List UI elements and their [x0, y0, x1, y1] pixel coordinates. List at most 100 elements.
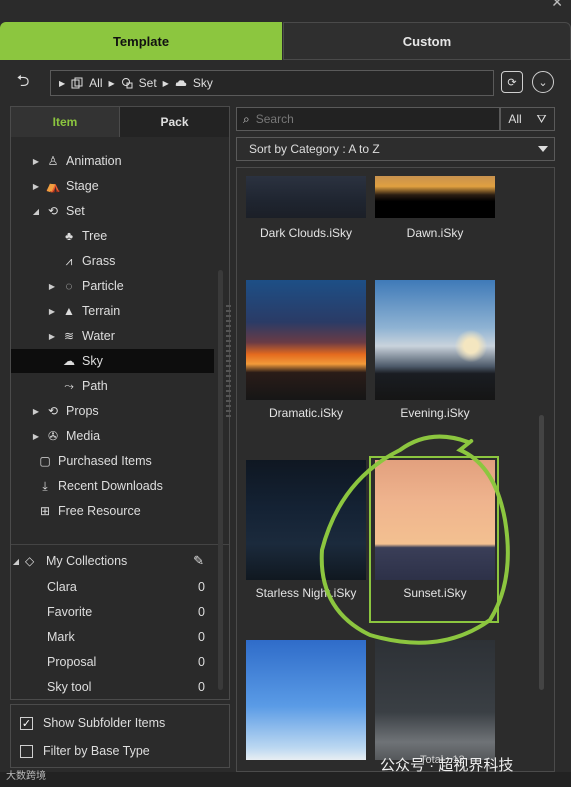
- tree-item-animation[interactable]: ▶ ♙ Animation: [11, 149, 214, 173]
- chevron-down-circle-icon[interactable]: ⌄: [532, 71, 554, 93]
- set-icon: ⟲: [47, 204, 59, 218]
- stage-icon: ⛺: [45, 179, 61, 193]
- tree-item-label: Props: [66, 404, 99, 418]
- expand-arrow-icon[interactable]: ▶: [31, 182, 41, 191]
- download-icon: ⤓: [42, 478, 48, 493]
- edit-pencil-icon[interactable]: ✎: [193, 553, 204, 569]
- tab-custom[interactable]: Custom: [283, 22, 571, 60]
- expand-arrow-icon[interactable]: ▶: [31, 432, 41, 441]
- collection-item[interactable]: Proposal 0: [11, 650, 214, 674]
- thumbnail-item[interactable]: Dawn.iSky: [375, 176, 495, 240]
- collapse-icon[interactable]: ◢: [11, 557, 21, 566]
- tree-item-label: Set: [66, 204, 85, 218]
- particle-icon: ◌: [65, 279, 73, 293]
- tree-item-set[interactable]: ◢ ⟲ Set: [11, 199, 214, 223]
- expand-arrow-icon[interactable]: ▶: [47, 282, 57, 291]
- tree-item-label: Purchased Items: [58, 454, 152, 468]
- tab-pack[interactable]: Pack: [119, 107, 229, 137]
- show-subfolder-option[interactable]: ✓ Show Subfolder Items: [20, 716, 165, 730]
- chevron-right-icon: ▶: [59, 78, 66, 88]
- tree-item-label: Water: [82, 329, 115, 343]
- filter-dropdown[interactable]: All ⛛: [500, 107, 555, 131]
- tree-item-free-resource[interactable]: ⊞ Free Resource: [11, 499, 214, 523]
- collection-item[interactable]: Mark 0: [11, 625, 214, 649]
- tree-item-label: Stage: [66, 179, 99, 193]
- tab-template[interactable]: Template: [0, 22, 282, 60]
- highlight-circle-annotation: [319, 434, 510, 645]
- gift-icon: ⊞: [39, 504, 51, 518]
- sort-dropdown[interactable]: Sort by Category : A to Z: [236, 137, 555, 161]
- grass-icon: ⩘: [65, 253, 73, 268]
- refresh-icon[interactable]: ⟳: [501, 71, 523, 93]
- tree-item-label: Terrain: [82, 304, 121, 318]
- collection-count: 0: [198, 655, 205, 669]
- watermark-right: 公众号 · 超视界科技: [380, 757, 514, 774]
- thumbnail-item[interactable]: Evening.iSky: [375, 280, 495, 420]
- breadcrumb: ▶ All ▶ Set ▶ Sky: [50, 70, 494, 96]
- filter-base-label: Filter by Base Type: [43, 744, 150, 758]
- tree-item-sky[interactable]: ☁ Sky: [11, 349, 214, 373]
- tree-item-label: Free Resource: [58, 504, 141, 518]
- tree-item-path[interactable]: ⤳ Path: [11, 374, 214, 398]
- tree-item-label: Particle: [82, 279, 124, 293]
- tree-icon: ♣: [65, 229, 73, 243]
- tree-item-recent-downloads[interactable]: ⤓ Recent Downloads: [11, 474, 214, 498]
- collection-item[interactable]: Favorite 0: [11, 600, 214, 624]
- tree-item-props[interactable]: ▶ ⟲ Props: [11, 399, 214, 423]
- collection-label: Proposal: [47, 655, 97, 669]
- grid-scrollbar[interactable]: [539, 415, 544, 690]
- thumbnail-image: [375, 176, 495, 218]
- expand-arrow-icon[interactable]: ▶: [47, 332, 57, 341]
- expand-arrow-icon[interactable]: ▶: [31, 407, 41, 416]
- tree-item-label: Recent Downloads: [58, 479, 163, 493]
- divider: [11, 544, 229, 545]
- filter-base-option[interactable]: Filter by Base Type: [20, 744, 150, 758]
- tag-icon: ◇: [25, 554, 35, 568]
- breadcrumb-all[interactable]: All: [89, 76, 102, 90]
- tree-item-water[interactable]: ▶ ≋ Water: [11, 324, 214, 348]
- collection-item[interactable]: Sky tool 0: [11, 675, 214, 699]
- thumbnail-caption: Evening.iSky: [400, 406, 470, 420]
- close-icon[interactable]: ✕: [551, 0, 563, 11]
- tree-item-terrain[interactable]: ▶ ▲ Terrain: [11, 299, 214, 323]
- panel-splitter-grip[interactable]: [226, 305, 231, 420]
- tab-item[interactable]: Item: [11, 107, 119, 137]
- collection-count: 0: [198, 680, 205, 694]
- breadcrumb-sky[interactable]: Sky: [193, 76, 213, 90]
- expand-arrow-icon[interactable]: ◢: [31, 207, 41, 216]
- all-icon: [71, 77, 83, 89]
- tree-item-particle[interactable]: ▶ ◌ Particle: [11, 274, 214, 298]
- left-scrollbar[interactable]: [218, 270, 223, 690]
- search-input[interactable]: ⌕ Search: [236, 107, 500, 131]
- path-icon: ⤳: [64, 378, 74, 393]
- expand-arrow-icon[interactable]: ▶: [31, 157, 41, 166]
- back-icon[interactable]: ⮌: [10, 70, 36, 96]
- collection-label: Mark: [47, 630, 75, 644]
- props-icon: ⟲: [47, 404, 59, 418]
- thumbnail-image: [246, 176, 366, 218]
- cloud-icon: [175, 80, 187, 86]
- expand-arrow-icon[interactable]: ▶: [47, 307, 57, 316]
- tree-item-purchased-items[interactable]: ▢ Purchased Items: [11, 449, 214, 473]
- collection-count: 0: [198, 580, 205, 594]
- thumbnail-item[interactable]: Dark Clouds.iSky: [246, 176, 366, 240]
- set-icon: [121, 78, 133, 89]
- tree-item-grass[interactable]: ⩘ Grass: [11, 249, 214, 273]
- tree-item-label: Media: [66, 429, 101, 443]
- tree-item-stage[interactable]: ▶ ⛺ Stage: [11, 174, 214, 198]
- folder-icon: ▢: [39, 454, 51, 468]
- breadcrumb-set[interactable]: Set: [139, 76, 157, 90]
- my-collections-label: My Collections: [46, 554, 128, 568]
- thumbnail-item[interactable]: Dramatic.iSky: [246, 280, 366, 420]
- show-subfolder-label: Show Subfolder Items: [43, 716, 166, 730]
- collection-item[interactable]: Clara 0: [11, 575, 214, 599]
- my-collections-header[interactable]: ◢ ◇ My Collections ✎: [11, 549, 214, 573]
- collection-label: Favorite: [47, 605, 93, 619]
- filter-funnel-icon: ⛛: [536, 111, 547, 126]
- tree-item-label: Sky: [82, 354, 103, 368]
- checkbox-icon[interactable]: [20, 744, 33, 758]
- checkbox-checked-icon[interactable]: ✓: [20, 716, 33, 730]
- tree-item-label: Grass: [82, 254, 116, 268]
- tree-item-tree[interactable]: ♣ Tree: [11, 224, 214, 248]
- tree-item-media[interactable]: ▶ ✇ Media: [11, 424, 214, 448]
